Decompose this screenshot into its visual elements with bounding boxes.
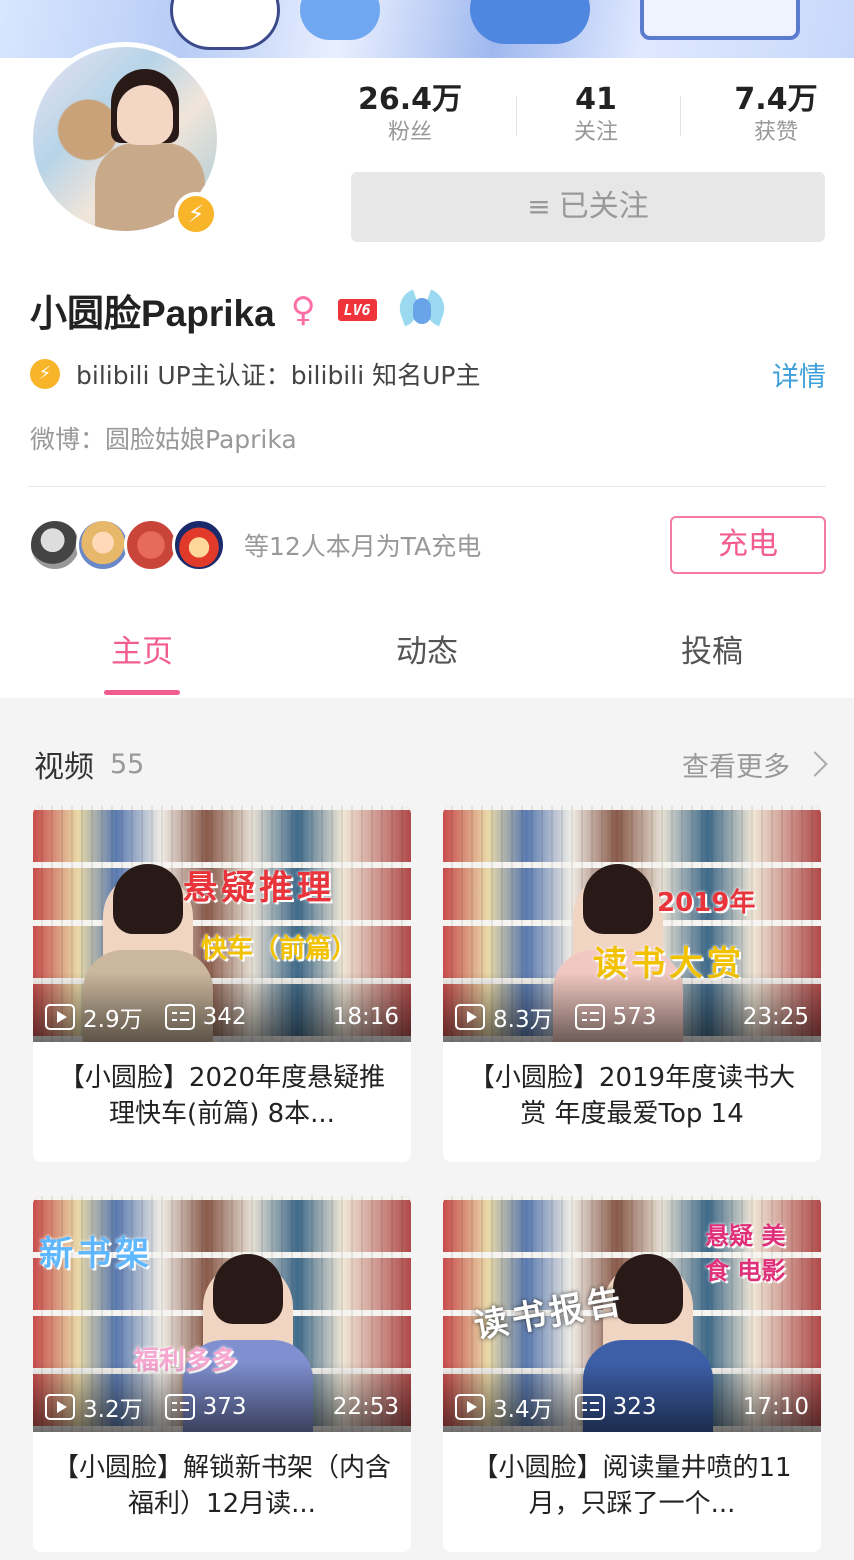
followed-button-label: 已关注	[558, 189, 649, 224]
stat-following-value: 41	[575, 82, 617, 117]
weibo-value: 圆脸姑娘Paprika	[105, 425, 297, 454]
user-name: 小圆脸Paprika	[30, 293, 275, 334]
play-count-icon	[45, 1004, 75, 1030]
medal-icon[interactable]	[393, 288, 450, 332]
supporter-avatar	[28, 518, 82, 572]
video-title: 【小圆脸】2020年度悬疑推理快车(前篇) 8本...	[58, 1063, 386, 1129]
video-card[interactable]: 悬疑推理 快车（前篇） 2.9万 342 18:16 【小圆脸】2020年度悬疑…	[33, 806, 411, 1162]
stat-likes-value: 7.4万	[734, 82, 818, 117]
video-thumbnail: 悬疑推理 快车（前篇） 2.9万 342 18:16	[33, 806, 411, 1042]
section-title: 视频	[34, 750, 94, 785]
thumbnail-subtitle: 快车（前篇）	[201, 934, 358, 964]
supporter-avatar	[124, 518, 178, 572]
video-meta: 2.9万 342 18:16	[45, 1000, 399, 1034]
supporter-avatars[interactable]	[28, 517, 228, 573]
verified-bolt-icon: ⚡	[174, 192, 218, 236]
play-count-icon	[455, 1394, 485, 1420]
followed-button[interactable]: ≡ 已关注	[351, 172, 825, 242]
menu-icon: ≡	[527, 190, 551, 223]
thumbnail-title: 悬疑推理	[183, 868, 335, 908]
profile-tabs: 主页 动态 投稿	[0, 618, 854, 698]
tab-dynamics[interactable]: 动态	[327, 632, 527, 672]
stat-fans[interactable]: 26.4万 粉丝	[330, 82, 490, 148]
video-thumbnail: 新书架 福利多多 3.2万 373 22:53	[33, 1196, 411, 1432]
danmaku-count: 323	[612, 1394, 657, 1420]
video-card[interactable]: 读书报告 悬疑 美食 电影 3.4万 323 17:10 【小圆脸】阅读量井喷的…	[443, 1196, 821, 1552]
play-count-icon	[45, 1394, 75, 1420]
danmaku-count: 342	[202, 1004, 247, 1030]
tab-active-indicator	[104, 690, 180, 695]
divider	[28, 486, 826, 487]
video-title: 【小圆脸】2019年度读书大赏 年度最爱Top 14	[468, 1063, 796, 1129]
tab-home[interactable]: 主页	[42, 632, 242, 672]
tab-submissions[interactable]: 投稿	[612, 632, 812, 672]
profile-header: ⚡ 26.4万 粉丝 41 关注 7.4万 获赞 ≡ 已关注 小圆脸Paprika…	[0, 42, 854, 698]
video-title: 【小圆脸】解锁新书架（内含福利）12月读...	[53, 1453, 392, 1519]
video-duration: 23:25	[742, 1004, 809, 1030]
video-meta: 3.2万 373 22:53	[45, 1390, 399, 1424]
stat-fans-value: 26.4万	[357, 82, 463, 117]
video-title: 【小圆脸】阅读量井喷的11月，只踩了一个...	[472, 1453, 792, 1519]
video-thumbnail: 读书报告 悬疑 美食 电影 3.4万 323 17:10	[443, 1196, 821, 1432]
view-count: 2.9万	[83, 1007, 143, 1033]
supporter-avatar	[76, 518, 130, 572]
video-meta: 3.4万 323 17:10	[455, 1390, 809, 1424]
verification-text: bilibili UP主认证：bilibili 知名UP主	[76, 361, 481, 390]
charge-row: 等12人本月为TA充电 充电	[28, 516, 826, 574]
stats-bar: 26.4万 粉丝 41 关注 7.4万 获赞	[330, 82, 830, 152]
danmaku-count: 573	[612, 1004, 657, 1030]
danmaku-count: 373	[202, 1394, 247, 1420]
view-count: 8.3万	[493, 1007, 553, 1033]
supporter-avatar	[172, 518, 226, 572]
weibo-row: 微博：圆脸姑娘Paprika	[30, 420, 297, 456]
weibo-label: 微博：	[30, 425, 106, 454]
video-card[interactable]: 2019年 读书大赏 8.3万 573 23:25 【小圆脸】2019年度读书大…	[443, 806, 821, 1162]
stat-following-label: 关注	[573, 120, 618, 145]
female-icon: ♀	[290, 290, 316, 330]
thumbnail-subtitle: 悬疑 美食 电影	[705, 1222, 786, 1285]
charge-text: 等12人本月为TA充电	[244, 532, 482, 561]
stat-fans-label: 粉丝	[387, 120, 432, 145]
chevron-right-icon	[802, 751, 828, 777]
videos-section-header: 视频 55 查看更多	[34, 742, 828, 786]
view-count: 3.2万	[83, 1397, 143, 1423]
verification-row: ⚡ bilibili UP主认证：bilibili 知名UP主 详情	[30, 354, 826, 394]
play-count-icon	[455, 1004, 485, 1030]
video-meta: 8.3万 573 23:25	[455, 1000, 809, 1034]
video-duration: 22:53	[332, 1394, 399, 1420]
video-card[interactable]: 新书架 福利多多 3.2万 373 22:53 【小圆脸】解锁新书架（内含福利）…	[33, 1196, 411, 1552]
danmaku-icon	[164, 1394, 195, 1420]
name-row: 小圆脸Paprika ♀ LV6	[30, 282, 450, 338]
section-count: 55	[110, 748, 145, 780]
see-more-link[interactable]: 查看更多	[682, 745, 828, 784]
details-link[interactable]: 详情	[772, 355, 826, 394]
thumbnail-subtitle: 2019年	[657, 888, 756, 918]
video-duration: 18:16	[332, 1004, 399, 1030]
danmaku-icon	[574, 1394, 605, 1420]
view-count: 3.4万	[493, 1397, 553, 1423]
stat-divider	[680, 96, 681, 136]
danmaku-icon	[574, 1004, 605, 1030]
danmaku-icon	[164, 1004, 195, 1030]
verified-bolt-icon: ⚡	[30, 359, 60, 389]
see-more-label: 查看更多	[682, 751, 790, 783]
thumbnail-title: 新书架	[39, 1234, 153, 1274]
charge-button[interactable]: 充电	[670, 516, 826, 574]
stat-following[interactable]: 41 关注	[516, 82, 676, 148]
video-duration: 17:10	[742, 1394, 809, 1420]
level-badge: LV6	[337, 299, 377, 321]
stat-likes-label: 获赞	[753, 120, 798, 145]
video-thumbnail: 2019年 读书大赏 8.3万 573 23:25	[443, 806, 821, 1042]
stat-likes[interactable]: 7.4万 获赞	[696, 82, 854, 148]
